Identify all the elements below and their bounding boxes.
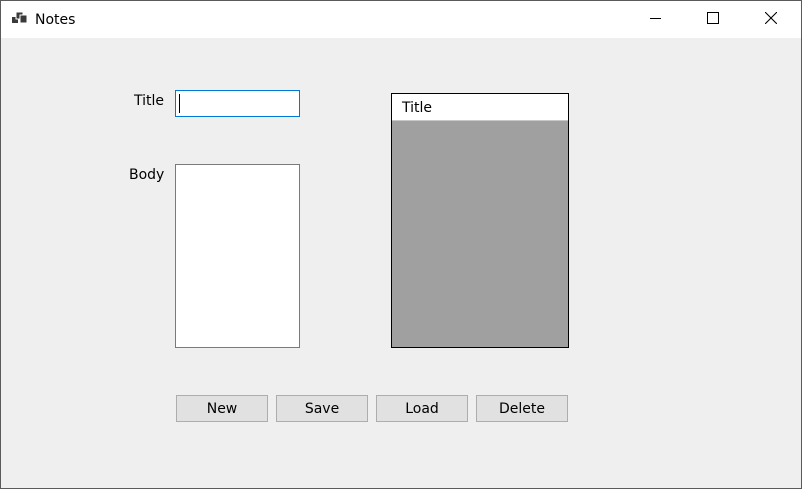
close-button[interactable]	[742, 1, 800, 38]
grid-column-header-title[interactable]: Title	[402, 99, 432, 117]
text-caret	[179, 94, 180, 113]
app-window-icon	[12, 11, 28, 26]
notes-window: Notes Title Body Title New Save Load Del…	[0, 0, 802, 489]
load-button[interactable]: Load	[376, 395, 468, 422]
delete-button[interactable]: Delete	[476, 395, 568, 422]
window-title: Notes	[35, 12, 76, 28]
body-label: Body	[129, 167, 165, 183]
body-textarea[interactable]	[175, 164, 300, 348]
minimize-icon	[649, 12, 661, 28]
minimize-button[interactable]	[626, 1, 684, 38]
title-bar[interactable]: Notes	[1, 1, 801, 38]
notes-grid[interactable]: Title	[391, 93, 569, 348]
maximize-button[interactable]	[684, 1, 742, 38]
close-icon	[764, 11, 778, 28]
title-label: Title	[134, 93, 165, 109]
save-button[interactable]: Save	[276, 395, 368, 422]
title-input[interactable]	[175, 90, 300, 117]
new-button[interactable]: New	[176, 395, 268, 422]
maximize-icon	[707, 11, 719, 28]
grid-header-row: Title	[392, 94, 568, 121]
